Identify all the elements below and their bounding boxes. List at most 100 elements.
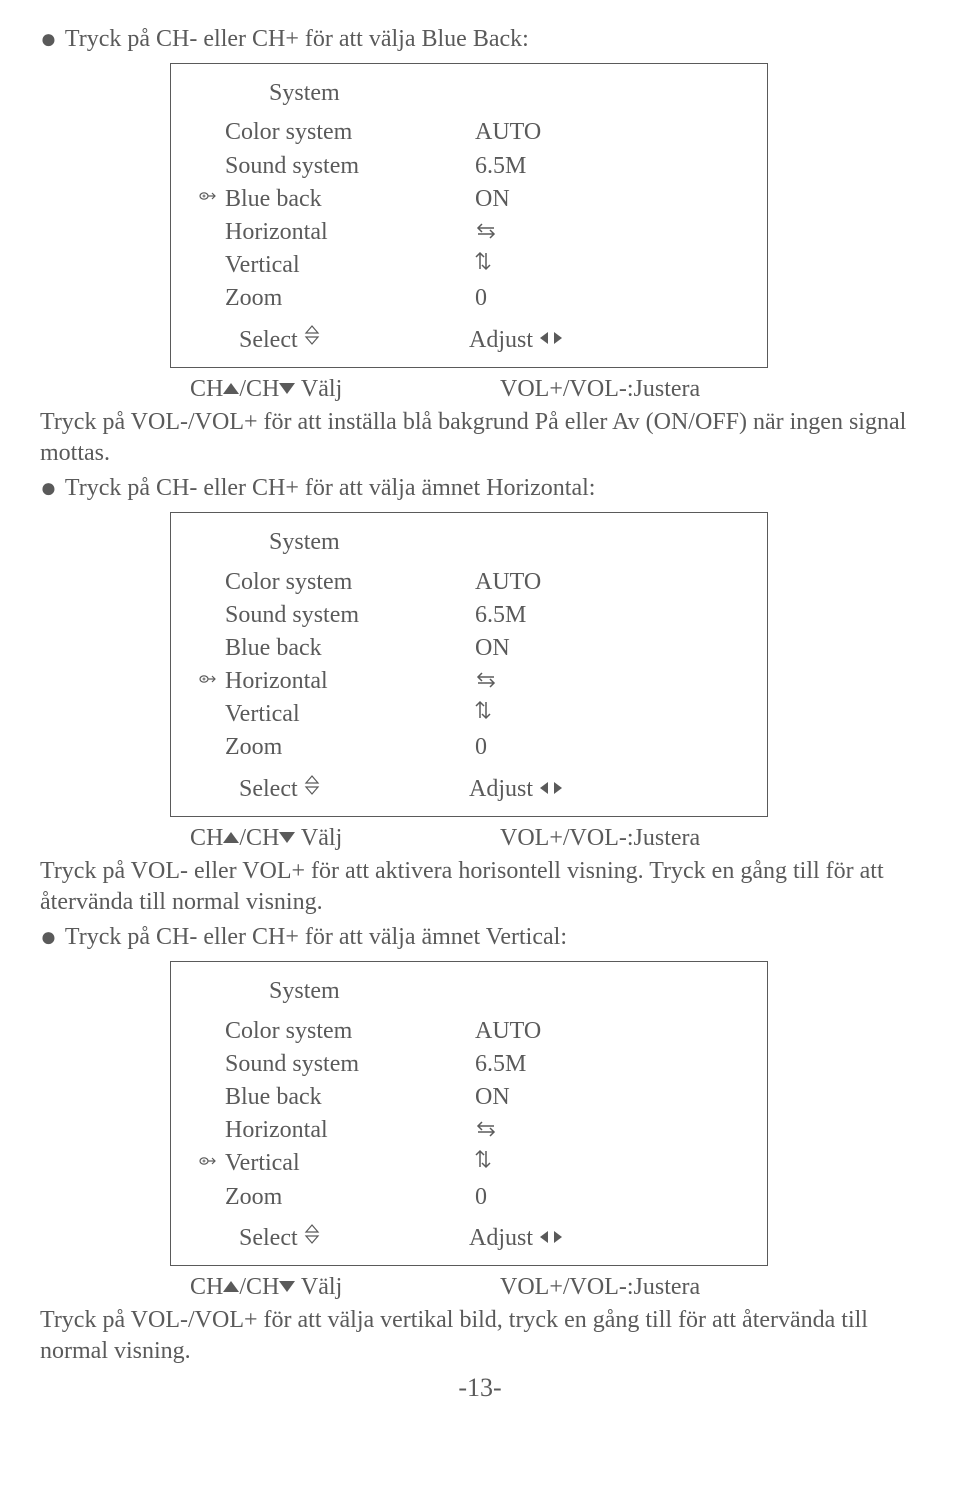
menu-title: System (269, 527, 739, 558)
menu-item: Sound system6.5M (199, 1049, 739, 1080)
menu-item: Zoom0 (199, 732, 739, 763)
menu-item-value (475, 217, 497, 248)
menu-item: Sound system6.5M (199, 151, 739, 182)
pointer-icon (199, 189, 225, 209)
menu-item-label: Color system (225, 117, 475, 148)
menu-item-label: Vertical (225, 250, 475, 281)
menu-item-value: AUTO (475, 567, 541, 598)
menu-item: Blue backON (199, 1082, 739, 1113)
instruction-vertical: ● Tryck på CH- eller CH+ för att välja ä… (40, 922, 920, 953)
instruction-text: Tryck på CH- eller CH+ för att välja Blu… (65, 24, 529, 55)
menu-footer: Select Adjust (239, 325, 739, 357)
menu-item-label: Sound system (225, 1049, 475, 1080)
menu-item-value (475, 699, 491, 730)
bullet-icon: ● (40, 26, 57, 54)
nav-select: CH/CH Välj (190, 1272, 500, 1303)
menu-item-label: Horizontal (225, 217, 475, 248)
triangle-up-icon (223, 1281, 239, 1292)
menu-item-label: Sound system (225, 600, 475, 631)
menu-item-value: 0 (475, 1182, 487, 1213)
pointer-icon (199, 1154, 225, 1174)
menu-item-label: Vertical (225, 1148, 475, 1179)
menu-item: Color systemAUTO (199, 567, 739, 598)
menu-item: Vertical (199, 250, 739, 281)
menu-item: Vertical (199, 1148, 739, 1179)
menu-item-label: Zoom (225, 1182, 475, 1213)
menu-item-value: 0 (475, 732, 487, 763)
menu-item-label: Horizontal (225, 666, 475, 697)
menu-item-label: Blue back (225, 633, 475, 664)
menu-item-label: Zoom (225, 283, 475, 314)
instruction-blue-back: ● Tryck på CH- eller CH+ för att välja B… (40, 24, 920, 55)
menu-item: Horizontal (199, 666, 739, 697)
nav-select: CH/CH Välj (190, 823, 500, 854)
leftright-icon (539, 773, 563, 804)
menu-item-value: AUTO (475, 1016, 541, 1047)
menu-item: Blue backON (199, 184, 739, 215)
menu-item-value: 0 (475, 283, 487, 314)
adjust-label: Adjust (469, 1223, 563, 1255)
menu-item-value: 6.5M (475, 600, 526, 631)
body-text-vertical: Tryck på VOL-/VOL+ för att välja vertika… (40, 1305, 920, 1367)
nav-adjust: VOL+/VOL-:Justera (500, 374, 700, 405)
menu-item-label: Blue back (225, 1082, 475, 1113)
menu-item: Zoom0 (199, 283, 739, 314)
select-label: Select (239, 325, 469, 357)
instruction-horizontal: ● Tryck på CH- eller CH+ för att välja ä… (40, 473, 920, 504)
menu-item: Color systemAUTO (199, 117, 739, 148)
menu-footer: Select Adjust (239, 774, 739, 806)
nav-row: CH/CH Välj VOL+/VOL-:Justera (190, 1272, 920, 1303)
instruction-text: Tryck på CH- eller CH+ för att välja ämn… (65, 473, 596, 504)
nav-select: CH/CH Välj (190, 374, 500, 405)
pointer-icon (199, 672, 225, 692)
menu-title: System (269, 976, 739, 1007)
menu-item-label: Horizontal (225, 1115, 475, 1146)
menu-item: Zoom0 (199, 1182, 739, 1213)
nav-adjust: VOL+/VOL-:Justera (500, 1272, 700, 1303)
select-label: Select (239, 774, 469, 806)
menu-item-value: AUTO (475, 117, 541, 148)
page-number: -13- (40, 1371, 920, 1405)
menu-item: Blue backON (199, 633, 739, 664)
triangle-down-icon (279, 832, 295, 843)
triangle-up-icon (223, 383, 239, 394)
menu-item-value (475, 250, 491, 281)
body-text-blue-back: Tryck på VOL-/VOL+ för att inställa blå … (40, 407, 920, 469)
menu-item-value: ON (475, 1082, 510, 1113)
leftright-icon (539, 323, 563, 354)
system-menu-vertical: System Color systemAUTOSound system6.5MB… (170, 961, 768, 1265)
leftright-icon (539, 1222, 563, 1253)
nav-adjust: VOL+/VOL-:Justera (500, 823, 700, 854)
system-menu-blue-back: System Color systemAUTOSound system6.5MB… (170, 63, 768, 367)
menu-item-value (475, 666, 497, 697)
menu-item: Color systemAUTO (199, 1016, 739, 1047)
menu-title: System (269, 78, 739, 109)
menu-item-value: 6.5M (475, 151, 526, 182)
updown-icon (304, 323, 320, 354)
triangle-up-icon (223, 832, 239, 843)
bullet-icon: ● (40, 475, 57, 503)
triangle-down-icon (279, 1281, 295, 1292)
menu-item: Sound system6.5M (199, 600, 739, 631)
menu-item-value: ON (475, 184, 510, 215)
body-text-horizontal: Tryck på VOL- eller VOL+ för att aktiver… (40, 856, 920, 918)
menu-item-label: Zoom (225, 732, 475, 763)
updown-icon (304, 1222, 320, 1253)
adjust-label: Adjust (469, 774, 563, 806)
system-menu-horizontal: System Color systemAUTOSound system6.5MB… (170, 512, 768, 816)
menu-item: Horizontal (199, 217, 739, 248)
menu-item-label: Vertical (225, 699, 475, 730)
updown-icon (304, 773, 320, 804)
menu-item: Vertical (199, 699, 739, 730)
menu-item-label: Color system (225, 567, 475, 598)
menu-footer: Select Adjust (239, 1223, 739, 1255)
nav-row: CH/CH Välj VOL+/VOL-:Justera (190, 374, 920, 405)
triangle-down-icon (279, 383, 295, 394)
menu-item-value (475, 1115, 497, 1146)
menu-item-value (475, 1148, 491, 1179)
menu-item-value: 6.5M (475, 1049, 526, 1080)
nav-row: CH/CH Välj VOL+/VOL-:Justera (190, 823, 920, 854)
adjust-label: Adjust (469, 325, 563, 357)
menu-item-label: Blue back (225, 184, 475, 215)
instruction-text: Tryck på CH- eller CH+ för att välja ämn… (65, 922, 567, 953)
